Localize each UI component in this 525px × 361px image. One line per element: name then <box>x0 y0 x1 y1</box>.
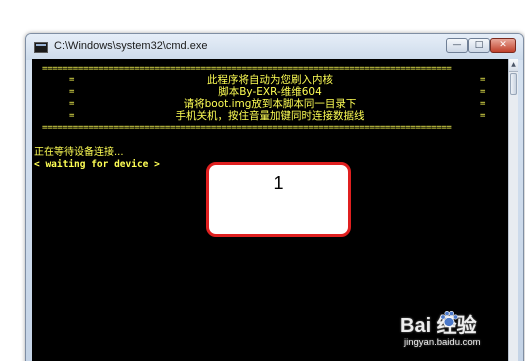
maximize-button[interactable]: □ <box>468 38 490 53</box>
scroll-up-arrow-icon[interactable]: ▲ <box>509 59 518 72</box>
top-rule: ========================================… <box>42 65 452 74</box>
bottom-rule: ========================================… <box>42 124 452 133</box>
baidu-jingyan-watermark: Bai 经验 jingyan.baidu.com <box>400 307 520 357</box>
paw-icon <box>440 310 459 327</box>
close-button[interactable]: ✕ <box>490 38 516 53</box>
intro-line-1: 此程序将自动为您刷入内核 <box>207 74 333 86</box>
minimize-button[interactable]: — <box>446 38 468 53</box>
scroll-thumb[interactable] <box>510 73 517 95</box>
status-waiting-text: 正在等待设备连接... <box>34 147 124 158</box>
waiting-for-device-text: < waiting for device > <box>34 159 160 170</box>
console-app-icon <box>34 42 48 53</box>
step-callout: 1 <box>206 162 351 237</box>
intro-line-2: 脚本By-EXR-维维604 <box>218 86 322 98</box>
watermark-url: jingyan.baidu.com <box>404 337 481 348</box>
intro-line-4: 手机关机，按住音量加键同时连接数据线 <box>175 110 365 122</box>
page: C:\Windows\system32\cmd.exe — □ ✕ ======… <box>0 0 525 361</box>
intro-line-3: 请将boot.img放到本脚本同一目录下 <box>183 98 357 110</box>
window-title: C:\Windows\system32\cmd.exe <box>54 40 208 52</box>
step-number: 1 <box>273 173 284 193</box>
title-bar[interactable]: C:\Windows\system32\cmd.exe — □ ✕ <box>26 34 523 60</box>
